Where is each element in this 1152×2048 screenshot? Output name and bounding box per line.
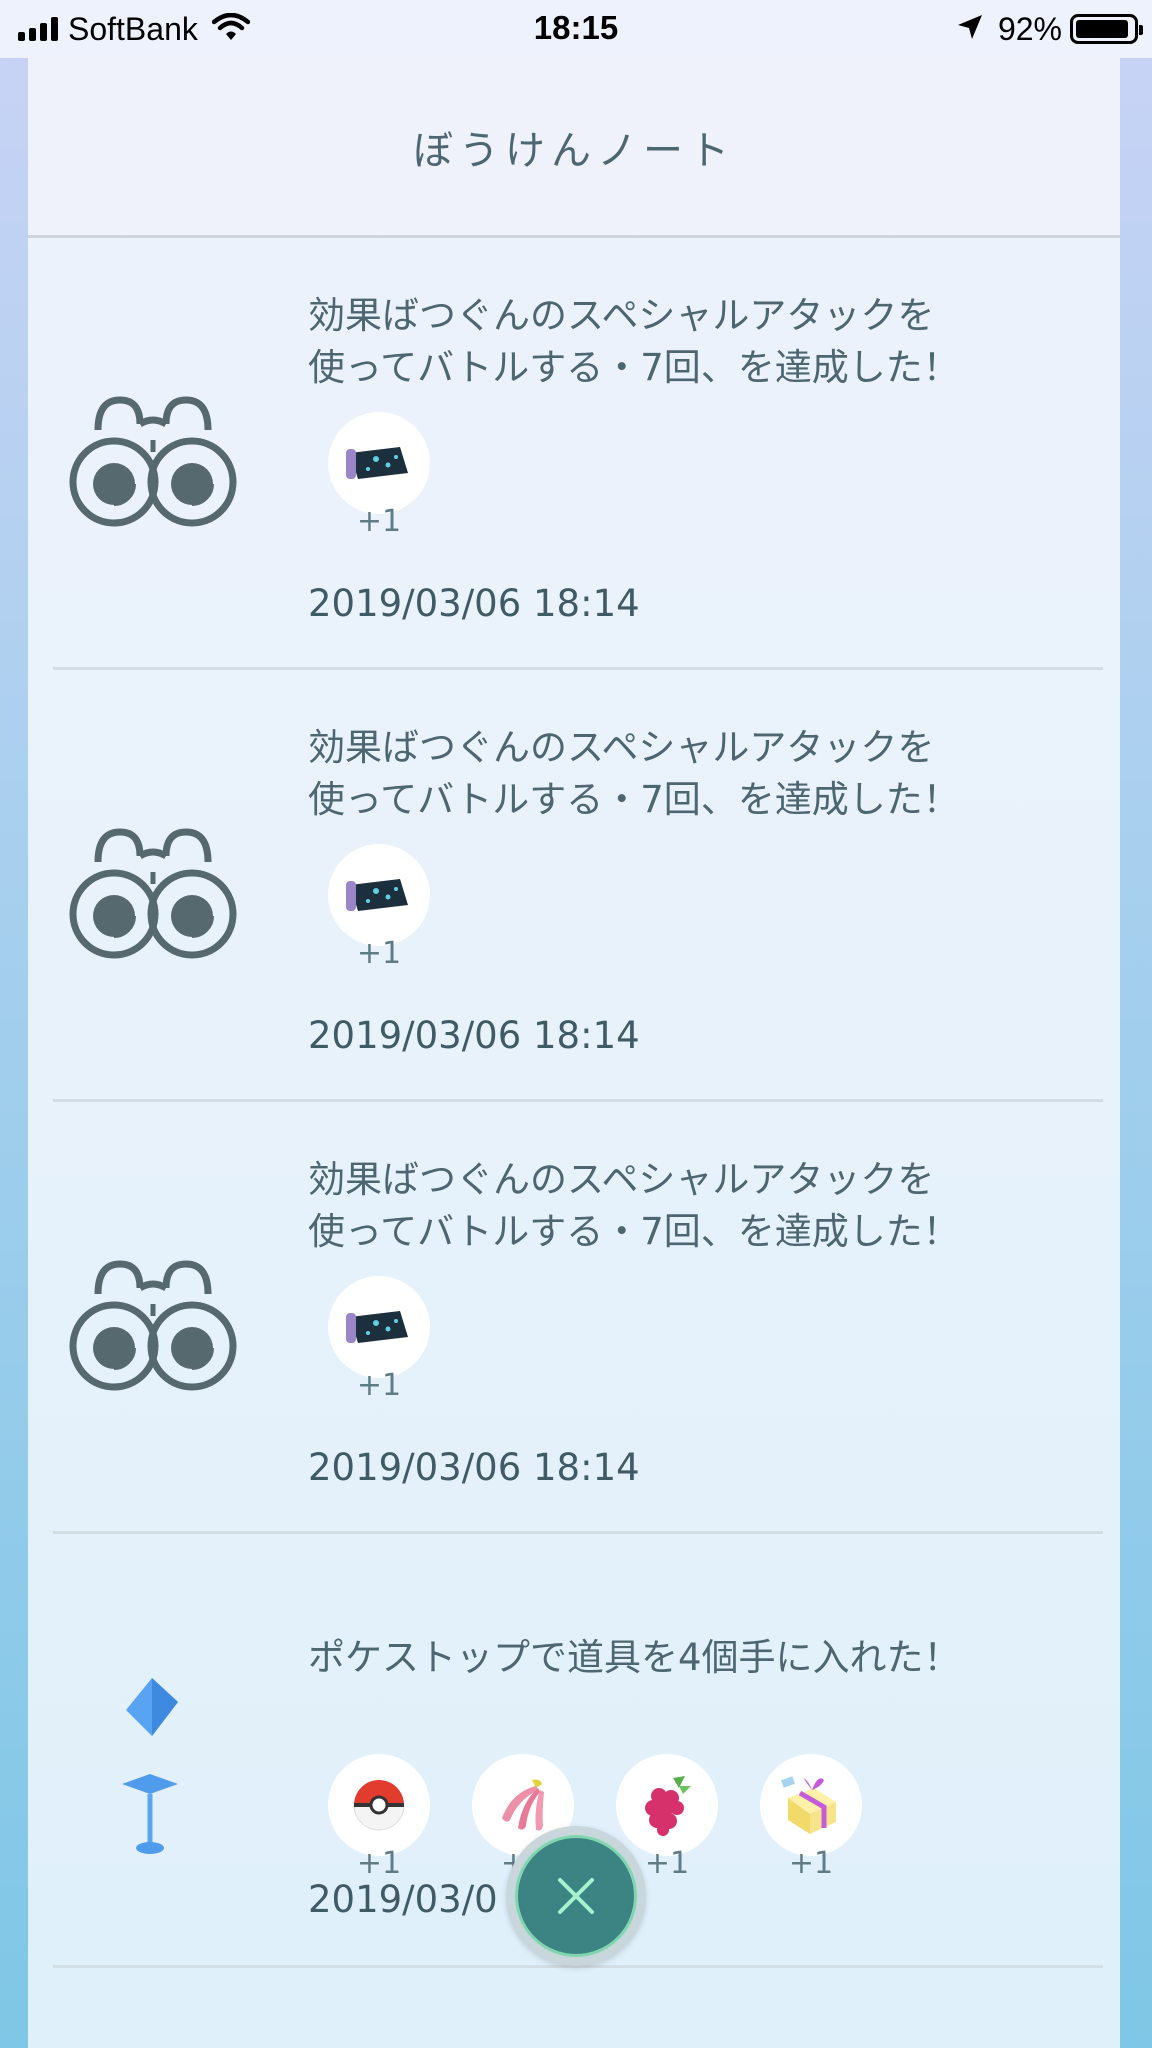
entry-text-line: 使ってバトルする・7回、を達成した！ <box>308 778 960 821</box>
reward-list: +1 <box>328 1276 430 1403</box>
entry-text-line: 効果ばつぐんのスペシャルアタックを <box>308 726 935 769</box>
reward-item: +1 <box>328 1754 430 1881</box>
reward-list: +1 <box>328 412 430 539</box>
binoculars-icon <box>68 388 238 534</box>
reward-item: +1 <box>760 1754 862 1881</box>
journal-entry[interactable]: 効果ばつぐんのスペシャルアタックを 使ってバトルする・7回、を達成した！ +1 … <box>28 1102 1120 1534</box>
mysterious-component-scroll-icon <box>328 412 430 514</box>
entry-date: 2019/03/06 18:14 <box>308 582 640 625</box>
reward-count: +1 <box>356 1368 402 1403</box>
entry-date-partial: 2019/03/0 <box>308 1878 498 1921</box>
entry-text-line: 効果ばつぐんのスペシャルアタックを <box>308 294 935 337</box>
reward-count: +1 <box>356 936 402 971</box>
header: ぼうけんノート <box>28 58 1120 238</box>
reward-list: +1 <box>328 844 430 971</box>
entry-text-line: 使ってバトルする・7回、を達成した！ <box>308 346 960 389</box>
close-icon <box>558 1878 594 1914</box>
reward-item: +1 <box>328 1276 430 1403</box>
reward-item: +1 <box>328 412 430 539</box>
entry-text: 効果ばつぐんのスペシャルアタックを 使ってバトルする・7回、を達成した！ <box>308 1154 1068 1258</box>
entry-text-line: 使ってバトルする・7回、を達成した！ <box>308 1210 960 1253</box>
gift-icon <box>760 1754 862 1856</box>
reward-count: +1 <box>356 1846 402 1881</box>
status-bar: SoftBank 18:15 92% <box>0 0 1152 58</box>
entry-text: ポケストップで道具を4個手に入れた！ <box>308 1632 1068 1684</box>
entry-date: 2019/03/06 18:14 <box>308 1014 640 1057</box>
entry-text-line: 効果ばつぐんのスペシャルアタックを <box>308 1158 935 1201</box>
battery-icon <box>1070 14 1143 44</box>
reward-item: +1 <box>616 1754 718 1881</box>
battery-percent: 92% <box>997 10 1062 47</box>
location-arrow-icon <box>956 13 984 46</box>
entry-text-line: ポケストップで道具を4個手に入れた！ <box>308 1636 961 1679</box>
binoculars-icon <box>68 1252 238 1398</box>
reward-item: +1 <box>328 844 430 971</box>
battery-level <box>1076 20 1128 38</box>
pokestop-icon <box>116 1654 186 1868</box>
entry-text: 効果ばつぐんのスペシャルアタックを 使ってバトルする・7回、を達成した！ <box>308 290 1068 394</box>
journal-entry[interactable]: 効果ばつぐんのスペシャルアタックを 使ってバトルする・7回、を達成した！ +1 … <box>28 670 1120 1102</box>
razz-berry-icon <box>616 1754 718 1856</box>
mysterious-component-scroll-icon <box>328 844 430 946</box>
poke-ball-icon <box>328 1754 430 1856</box>
entry-date: 2019/03/06 18:14 <box>308 1446 640 1489</box>
entry-text: 効果ばつぐんのスペシャルアタックを 使ってバトルする・7回、を達成した！ <box>308 722 1068 826</box>
mysterious-component-scroll-icon <box>328 1276 430 1378</box>
journal-entry[interactable]: 効果ばつぐんのスペシャルアタックを 使ってバトルする・7回、を達成した！ +1 … <box>28 238 1120 670</box>
reward-count: +1 <box>356 504 402 539</box>
reward-count: +1 <box>788 1846 834 1881</box>
close-button-inner <box>515 1835 637 1957</box>
page-title: ぼうけんノート <box>413 128 735 174</box>
binoculars-icon <box>68 820 238 966</box>
status-right: 92% <box>956 9 1143 49</box>
close-button[interactable] <box>506 1826 646 1966</box>
